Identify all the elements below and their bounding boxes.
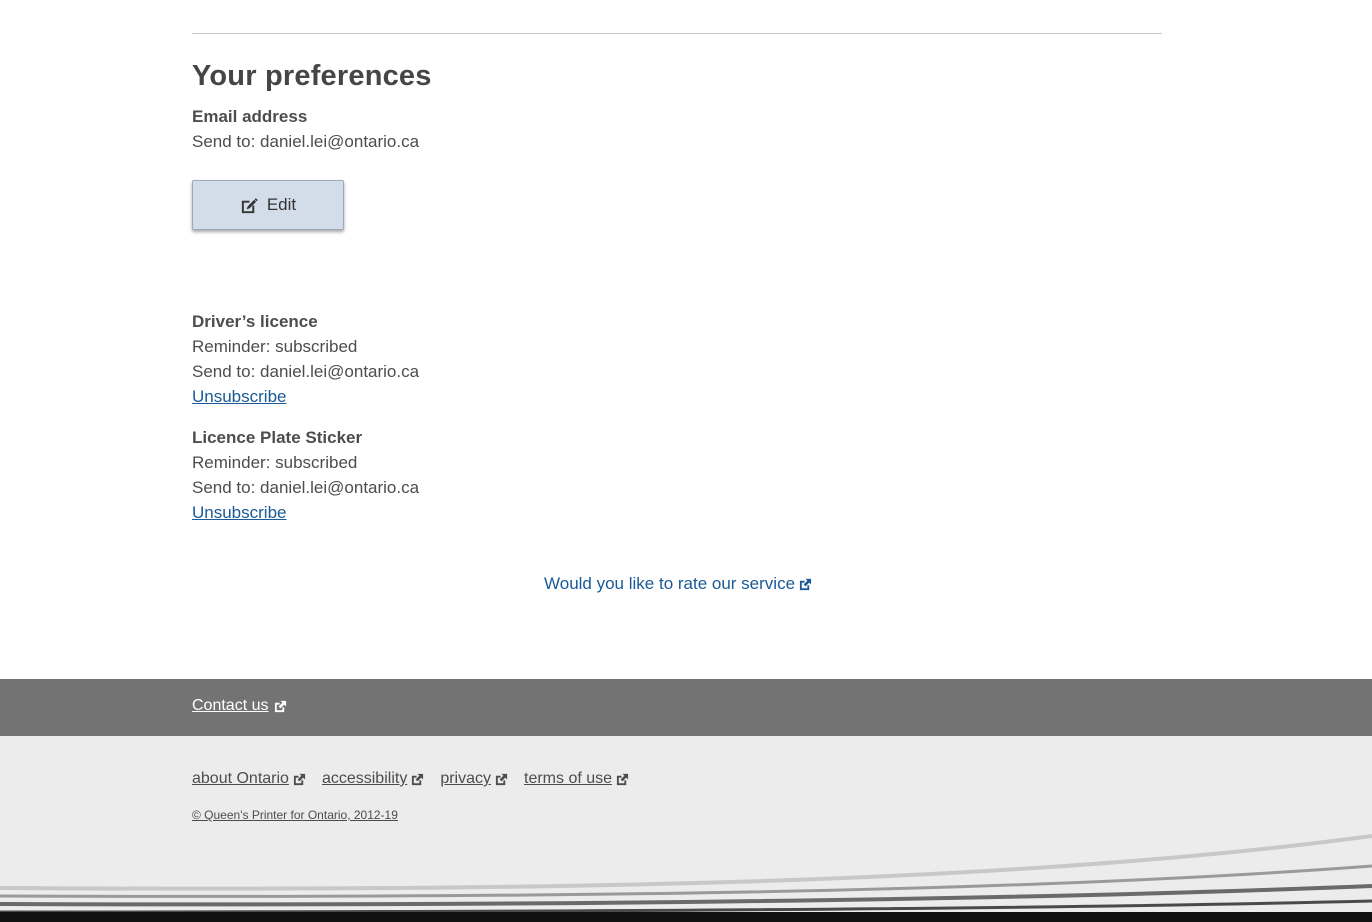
subscription-name-drivers-licence: Driver’s licence [192,312,318,331]
footer-link-privacy[interactable]: privacy [440,770,508,788]
subscription-send-to: Send to: daniel.lei@ontario.ca [192,478,420,497]
contact-us-link[interactable]: Contact us [192,697,287,715]
footer-link-terms-of-use[interactable]: terms of use [524,770,629,788]
subscription-name-licence-plate-sticker: Licence Plate Sticker [192,428,363,447]
footer-link-about-ontario[interactable]: about Ontario [192,770,306,788]
external-link-icon [275,700,287,712]
page-title: Your preferences [192,60,432,92]
footer-link-label: accessibility [321,770,408,787]
subscription-reminder: Reminder: subscribed [192,453,358,472]
external-link-icon [616,773,629,785]
footer-link-label: privacy [440,770,491,787]
subscription-send-to: Send to: daniel.lei@ontario.ca [192,362,420,381]
footer-link-label: about Ontario [192,770,289,787]
edit-icon [241,197,258,213]
external-link-icon [799,578,812,590]
copyright-link[interactable]: © Queen's Printer for Ontario, 2012-19 [192,808,398,822]
footer-link-label: terms of use [524,770,613,787]
footer-links: about Ontario accessibility privacy term… [192,770,629,788]
unsubscribe-link-drivers-licence[interactable]: Unsubscribe [192,387,287,407]
contact-us-label: Contact us [192,697,269,714]
rate-service-link[interactable]: Would you like to rate our service [544,574,812,594]
footer-swoosh-decoration [0,834,1372,922]
edit-button-label: Edit [266,195,297,214]
external-link-icon [412,773,424,785]
email-send-to: Send to: daniel.lei@ontario.ca [192,132,420,151]
unsubscribe-link-licence-plate-sticker[interactable]: Unsubscribe [192,503,287,523]
external-link-icon [293,773,306,785]
email-address-label: Email address [192,107,308,126]
external-link-icon [495,773,508,785]
top-divider [192,33,1162,34]
footer-link-accessibility[interactable]: accessibility [322,770,424,788]
rate-service-label: Would you like to rate our service [544,574,796,593]
edit-button[interactable]: Edit [192,180,344,230]
subscription-reminder: Reminder: subscribed [192,337,358,356]
